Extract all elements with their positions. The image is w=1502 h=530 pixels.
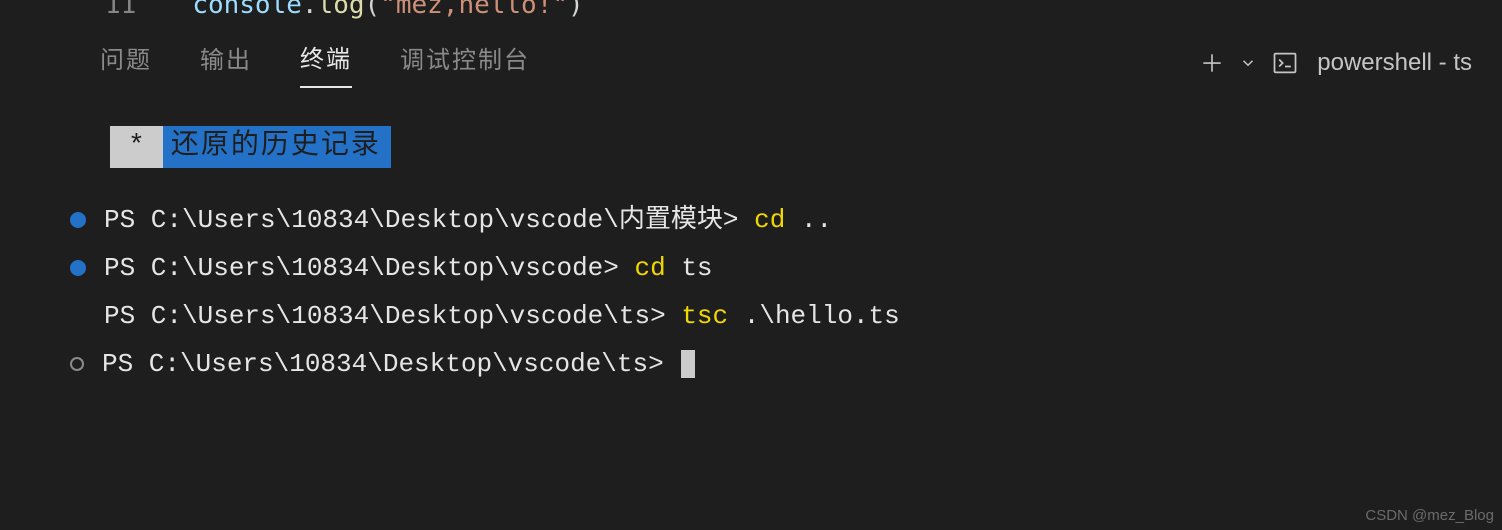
prompt-path: PS C:\Users\10834\Desktop\vscode\ts>: [102, 340, 664, 388]
line-status-dot: [70, 357, 84, 371]
panel-header: 问题 输出 终端 调试控制台 powershell - ts: [0, 20, 1502, 92]
code-object: console: [192, 0, 302, 20]
tab-problems[interactable]: 问题: [100, 40, 152, 87]
history-star: *: [110, 126, 163, 168]
command: cd: [754, 196, 785, 244]
command-arg: ..: [801, 196, 832, 244]
command-arg: ts: [681, 244, 712, 292]
command-arg: .\hello.ts: [744, 292, 900, 340]
line-number: 11: [105, 0, 136, 20]
new-terminal-icon[interactable]: [1199, 50, 1225, 76]
line-status-dot: [70, 308, 86, 324]
line-status-dot: [70, 212, 86, 228]
prompt-path: PS C:\Users\10834\Desktop\vscode>: [104, 244, 619, 292]
line-status-dot: [70, 260, 86, 276]
panel-tabs: 问题 输出 终端 调试控制台: [100, 39, 530, 88]
terminal-line: PS C:\Users\10834\Desktop\vscode\ts>: [70, 340, 1432, 388]
watermark: CSDN @mez_Blog: [1365, 507, 1494, 524]
terminal-cursor[interactable]: [681, 350, 695, 378]
terminal-shell-label[interactable]: powershell - ts: [1317, 49, 1472, 77]
command: tsc: [681, 292, 728, 340]
terminal-body[interactable]: * 还原的历史记录 PS C:\Users\10834\Desktop\vsco…: [0, 92, 1502, 388]
terminal-header-actions: powershell - ts: [1199, 49, 1472, 77]
prompt-path: PS C:\Users\10834\Desktop\vscode\内置模块>: [104, 196, 739, 244]
terminal-type-icon[interactable]: [1271, 49, 1299, 77]
command: cd: [635, 244, 666, 292]
code-string: mez,hello!: [396, 0, 553, 20]
tab-output[interactable]: 输出: [200, 40, 252, 87]
history-banner: * 还原的历史记录: [110, 126, 391, 168]
terminal-line: PS C:\Users\10834\Desktop\vscode\内置模块> c…: [70, 196, 1432, 244]
editor-snippet: 11 console.log("mez,hello!"): [0, 0, 1502, 20]
prompt-path: PS C:\Users\10834\Desktop\vscode\ts>: [104, 292, 666, 340]
terminal-line: PS C:\Users\10834\Desktop\vscode> cd ts: [70, 244, 1432, 292]
tab-terminal[interactable]: 终端: [300, 39, 352, 88]
chevron-down-icon[interactable]: [1239, 54, 1257, 72]
tab-debug-console[interactable]: 调试控制台: [400, 40, 530, 87]
terminal-line: PS C:\Users\10834\Desktop\vscode\ts> tsc…: [70, 292, 1432, 340]
history-text: 还原的历史记录: [163, 126, 391, 168]
code-method: log: [318, 0, 365, 20]
